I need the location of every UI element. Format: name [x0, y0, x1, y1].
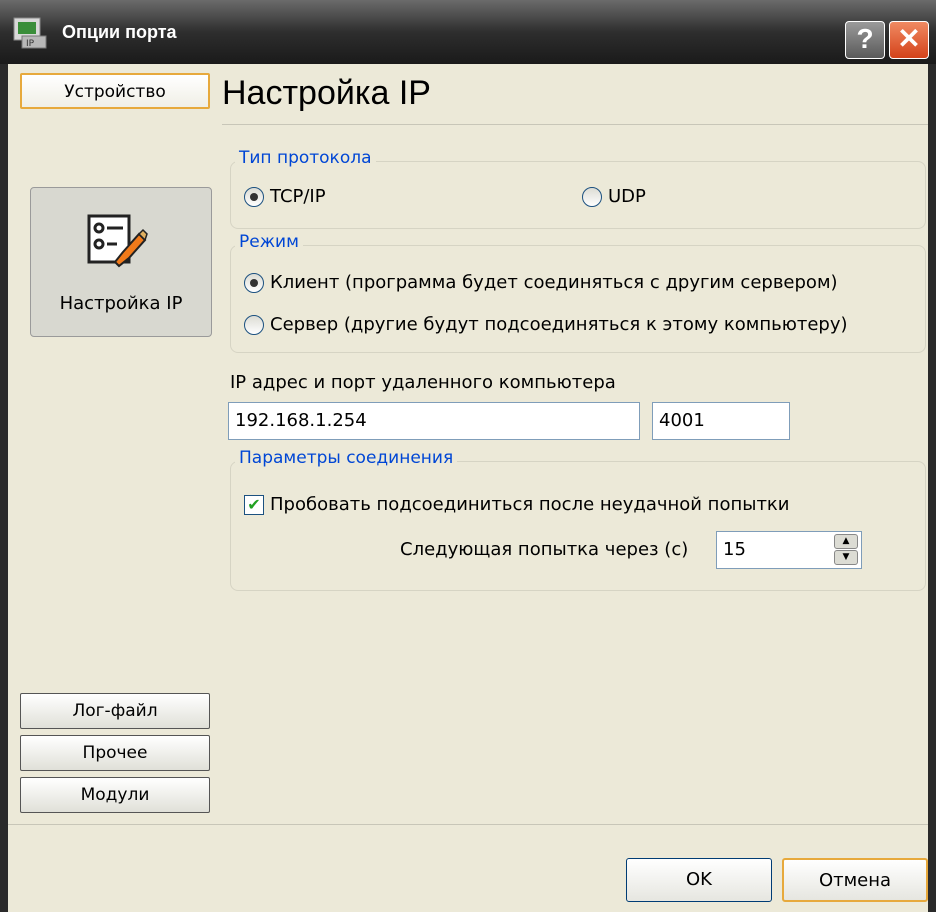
spin-up-button[interactable]: ▲	[834, 534, 858, 549]
cancel-button[interactable]: Отмена	[782, 858, 928, 902]
close-button[interactable]: ✕	[889, 21, 929, 59]
radio-label: UDP	[608, 186, 646, 207]
radio-label: Сервер (другие будут подсоединяться к эт…	[270, 314, 848, 335]
sidebar: Устройство Настройка IP Лог-файл Прочее …	[8, 64, 214, 824]
ok-button[interactable]: OK	[626, 858, 772, 902]
radio-indicator	[244, 186, 264, 207]
next-attempt-label: Следующая попытка через (с)	[400, 539, 689, 560]
help-button[interactable]: ?	[845, 21, 885, 59]
radio-tcpip[interactable]: TCP/IP	[244, 186, 326, 207]
radio-indicator	[244, 272, 264, 293]
radio-label: Клиент (программа будет соединяться с др…	[270, 272, 838, 293]
radio-server[interactable]: Сервер (другие будут подсоединяться к эт…	[244, 314, 848, 335]
ip-address-input[interactable]: 192.168.1.254	[228, 402, 640, 440]
mode-group: Режим	[230, 232, 926, 353]
next-attempt-spinner: ▲ ▼	[832, 533, 860, 567]
protocol-group-title: Тип протокола	[235, 148, 376, 168]
title-divider	[222, 124, 928, 125]
checkbox-indicator: ✔	[244, 494, 264, 515]
title-bar[interactable]: IP Опции порта ? ✕	[0, 0, 936, 64]
dialog-window: IP Опции порта ? ✕ Устройство Настройка …	[0, 0, 936, 912]
next-attempt-value: 15	[723, 539, 746, 560]
radio-client[interactable]: Клиент (программа будет соединяться с др…	[244, 272, 838, 293]
retry-label: Пробовать подсоединиться после неудачной…	[270, 494, 790, 515]
help-icon: ?	[856, 23, 874, 54]
footer-divider	[8, 824, 928, 825]
app-icon: IP	[13, 17, 47, 49]
radio-indicator	[244, 314, 264, 335]
radio-udp[interactable]: UDP	[582, 186, 646, 207]
sidebar-item-label: Настройка IP	[59, 293, 183, 314]
spin-down-button[interactable]: ▼	[834, 550, 858, 565]
page-title: Настройка IP	[222, 74, 431, 112]
mode-group-title: Режим	[235, 232, 303, 252]
sidebar-button-device[interactable]: Устройство	[20, 73, 210, 109]
radio-label: TCP/IP	[270, 186, 326, 207]
radio-indicator	[582, 186, 602, 207]
protocol-group: Тип протокола	[230, 148, 926, 229]
connection-group: Параметры соединения	[230, 448, 926, 591]
sidebar-item-ip-settings[interactable]: Настройка IP	[30, 187, 212, 337]
close-icon: ✕	[897, 23, 921, 54]
sidebar-button-log-file[interactable]: Лог-файл	[20, 693, 210, 729]
window-frame-right	[928, 64, 936, 912]
sidebar-button-other[interactable]: Прочее	[20, 735, 210, 771]
svg-text:IP: IP	[26, 39, 35, 49]
window-title: Опции порта	[62, 22, 177, 42]
retry-checkbox[interactable]: ✔ Пробовать подсоединиться после неудачн…	[244, 494, 790, 515]
sidebar-button-modules[interactable]: Модули	[20, 777, 210, 813]
address-label: IP адрес и порт удаленного компьютера	[230, 372, 616, 393]
window-frame-left	[0, 64, 8, 912]
network-settings-icon	[87, 214, 148, 268]
connection-group-title: Параметры соединения	[235, 448, 458, 468]
port-input[interactable]: 4001	[652, 402, 790, 440]
